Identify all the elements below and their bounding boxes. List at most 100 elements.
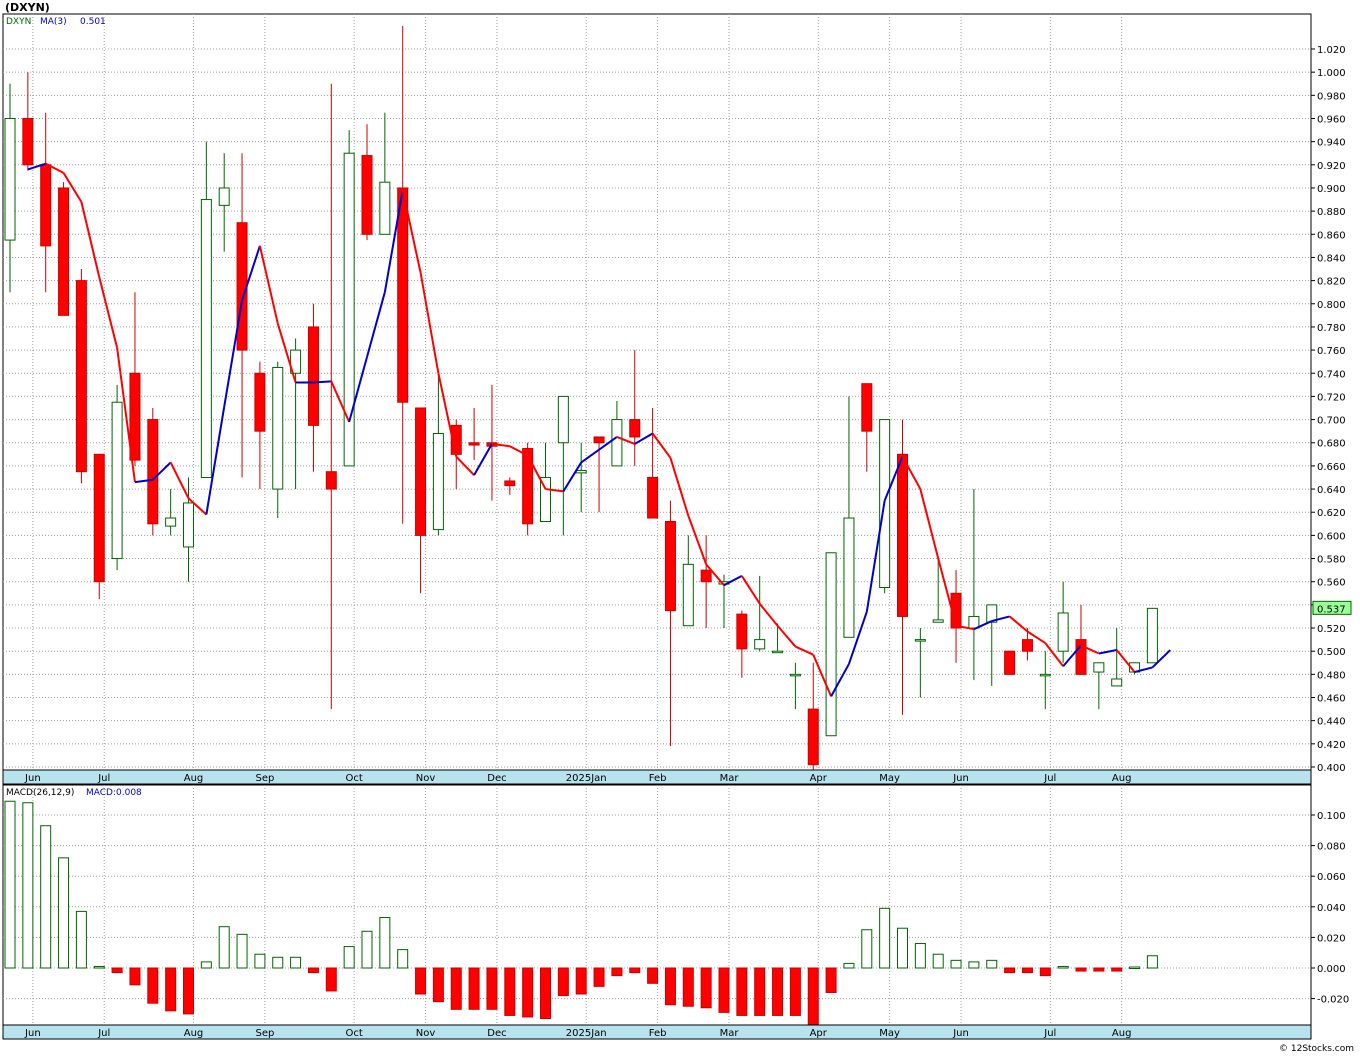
price-tick-label: 0.600 [1317,531,1346,542]
price-tick-label: 0.480 [1317,670,1346,681]
macd-bar [593,967,605,987]
macd-bar [4,800,16,969]
macd-bar [772,967,784,1016]
price-month-label: Nov [416,773,436,784]
legend-symbol: DXYN [6,17,31,27]
macd-month-label: 2025Jan [566,1028,607,1039]
candle-body [914,639,926,642]
price-tick-label: 0.860 [1317,230,1346,241]
macd-bar [58,857,70,969]
macd-bar [825,967,837,993]
candle-body [4,117,16,241]
macd-bar [307,967,319,974]
macd-x-axis: Jun Jul Aug Sep Oct Nov Dec 2025Jan Feb Mar Apr May… [24,1028,1131,1039]
macd-tick-label: -0.020 [1317,995,1349,1006]
candle-body [397,187,409,403]
macd-month-label: Dec [487,1028,506,1039]
price-tick-label: 0.520 [1317,624,1346,635]
chart-title: (DXYN) [5,1,50,14]
ma-segment [313,380,332,384]
candle [75,269,87,484]
macd-month-label: Mar [720,1028,740,1039]
macd-bar [789,967,801,1016]
candle [147,408,159,536]
macd-month-label: Sep [255,1028,274,1039]
macd-bar [486,967,498,1010]
candle-body [165,517,177,527]
candle-body [861,383,873,432]
candle [111,384,123,571]
macd-bar [986,959,998,969]
macd-bar [897,927,908,969]
candle-body [75,280,87,473]
candle-body [307,326,319,426]
candle-body [575,470,587,474]
candle [825,552,837,737]
macd-bar [718,967,730,1013]
macd-bar [40,825,52,969]
candle-body [772,650,784,654]
candle-body [22,117,34,166]
candle [1004,650,1016,675]
macd-bar [861,929,873,969]
candle-body [1075,639,1087,675]
candle-body [932,619,944,623]
candle [58,182,70,316]
macd-month-label: Apr [810,1028,828,1039]
macd-tick-label: 0.000 [1317,964,1346,975]
macd-bar [432,967,444,1003]
macd-bar [629,967,641,974]
macd-bar [754,967,766,1016]
macd-bar [129,967,141,986]
stock-chart: (DXYN) 1.020 1.000 0.980 0.960 0.940 0.920 0.9… [0,0,1360,1056]
price-tick-label: 0.460 [1317,694,1346,705]
price-tick-label: 0.940 [1317,138,1346,149]
candle-body [147,419,159,525]
price-tick-label: 1.000 [1317,68,1346,79]
candle-body [361,155,373,235]
candle-body [111,401,123,560]
price-tick-label: 0.760 [1317,346,1346,357]
price-tick-label: 0.660 [1317,462,1346,473]
price-month-label: Aug [184,773,204,784]
macd-panel [2,784,1312,1026]
candle-body [1111,678,1123,687]
price-tick-label: 0.680 [1317,439,1346,450]
price-tick-label: 0.640 [1317,485,1346,496]
candle-body [254,372,266,432]
macd-bar [1093,967,1105,972]
macd-bar [522,967,534,1018]
macd-legend-label: MACD(26,12,9) [6,788,74,798]
macd-bar [218,926,230,969]
price-tick-label: 0.500 [1317,647,1346,658]
macd-bar [879,907,891,969]
price-tick-label: 0.700 [1317,416,1346,427]
candle-body [789,673,801,677]
macd-month-label: Oct [346,1028,363,1039]
candle-body [522,448,534,525]
macd-tick-label: 0.080 [1317,842,1346,853]
price-month-label: Jun [24,773,41,784]
candle-body [93,453,105,583]
price-tick-label: 0.720 [1317,392,1346,403]
macd-bar [914,943,926,969]
macd-bar [504,967,516,1016]
macd-tick-label: 0.060 [1317,872,1346,883]
candle-body [1057,612,1069,652]
macd-bar [22,802,34,969]
candle-body [593,436,605,444]
candle-body [664,520,676,612]
candle-body [1004,650,1016,675]
macd-legend-value: MACD:0.008 [86,788,142,798]
macd-bar [236,933,248,969]
price-tick-label: 0.440 [1317,717,1346,728]
price-tick-label: 0.980 [1317,91,1346,102]
macd-bar [468,967,480,1010]
price-month-label: Aug [1112,773,1132,784]
macd-bar [611,967,623,977]
macd-month-label: Aug [184,1028,204,1039]
candle-body [58,187,70,316]
candle-body [236,222,248,351]
price-month-label: May [879,773,900,784]
price-month-label: Jul [1043,773,1056,784]
